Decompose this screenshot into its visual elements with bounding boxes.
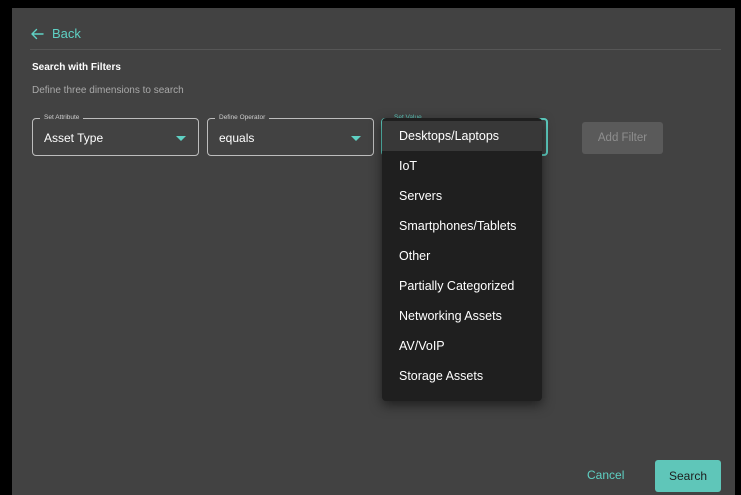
header-divider [30,49,721,50]
define-operator-value: equals [219,131,255,145]
dropdown-option[interactable]: IoT [382,151,542,181]
search-button[interactable]: Search [655,460,721,492]
set-attribute-legend: Set Attribute [40,113,84,123]
caret-down-icon [176,136,186,141]
add-filter-button[interactable]: Add Filter [582,122,663,154]
set-value-dropdown-menu: Desktops/Laptops IoT Servers Smartphones/Ta… [382,118,542,401]
dropdown-option[interactable]: Smartphones/Tablets [382,211,542,241]
dropdown-option[interactable]: Networking Assets [382,301,542,331]
back-label: Back [52,26,81,41]
define-operator-legend: Define Operator [215,113,270,123]
dropdown-option[interactable]: Storage Assets [382,361,542,391]
dropdown-option[interactable]: Servers [382,181,542,211]
cancel-button[interactable]: Cancel [587,468,624,482]
caret-down-icon [351,136,361,141]
define-operator-select[interactable]: Define Operator equals [207,113,374,156]
set-attribute-value: Asset Type [44,131,104,145]
back-link[interactable]: Back [30,26,81,41]
dropdown-option[interactable]: AV/VoIP [382,331,542,361]
arrow-left-icon [31,28,44,39]
search-filters-panel: Back Search with Filters Define three di… [12,8,735,495]
form-title: Search with Filters [32,62,121,73]
form-subtitle: Define three dimensions to search [32,85,184,96]
dropdown-option[interactable]: Partially Categorized [382,271,542,301]
dropdown-option[interactable]: Other [382,241,542,271]
set-attribute-select[interactable]: Set Attribute Asset Type [32,113,199,156]
dropdown-option[interactable]: Desktops/Laptops [382,121,542,151]
